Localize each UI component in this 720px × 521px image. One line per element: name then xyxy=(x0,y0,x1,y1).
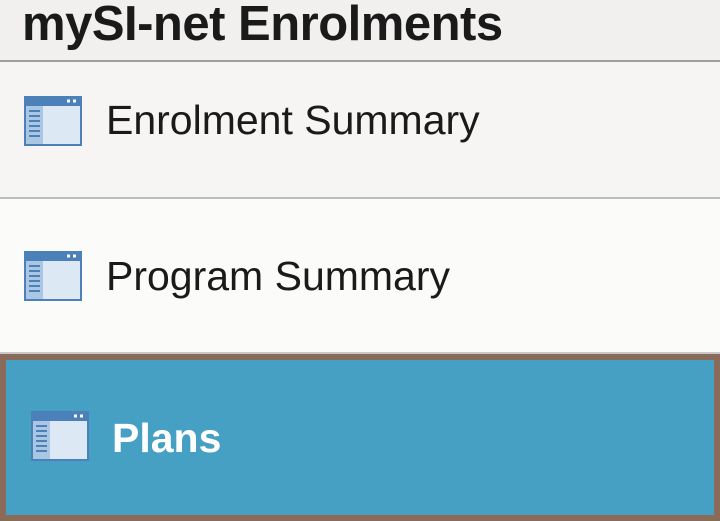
nav-item-program-summary[interactable]: Program Summary xyxy=(0,199,720,354)
nav-item-label: Plans xyxy=(112,415,222,461)
nav-item-enrolment-summary[interactable]: Enrolment Summary xyxy=(0,62,720,199)
nav-item-label: Program Summary xyxy=(106,253,451,299)
window-page-icon xyxy=(24,251,82,301)
nav-item-label: Enrolment Summary xyxy=(106,97,480,143)
window-page-icon xyxy=(24,96,82,146)
page-header: mySI-net Enrolments xyxy=(0,0,720,62)
page-title: mySI-net Enrolments xyxy=(22,0,503,51)
window-page-icon xyxy=(31,411,89,461)
nav-item-plans[interactable]: Plans xyxy=(0,354,720,521)
